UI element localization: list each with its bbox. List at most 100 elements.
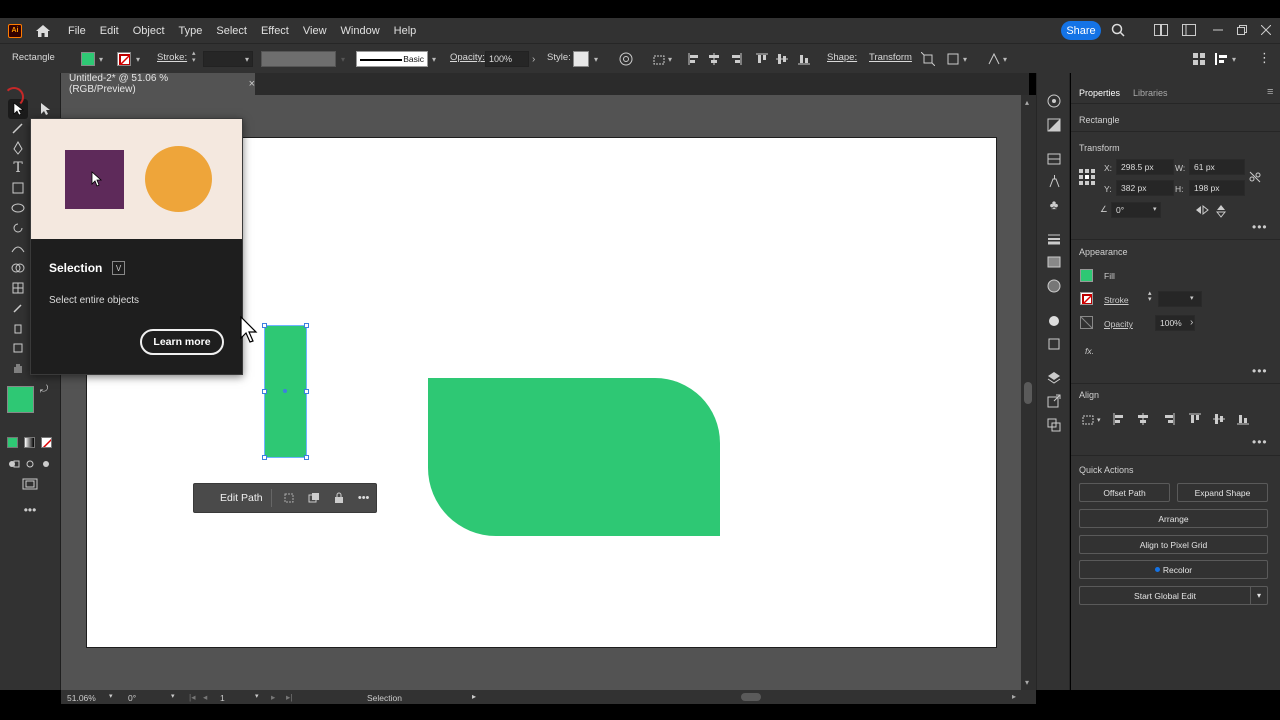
offset-path-button[interactable]: Offset Path [1079,483,1170,502]
panel-menu-icon[interactable]: ≡ [1267,86,1273,98]
document-tab[interactable]: Untitled-2* @ 51.06 % (RGB/Preview) × [61,73,255,95]
screen-mode-icon[interactable] [20,475,40,493]
selection-handle[interactable] [262,389,267,394]
selection-handle[interactable] [262,455,267,460]
menu-window[interactable]: Window [339,25,382,37]
opacity-label[interactable]: Opacity [1104,319,1133,329]
type-tool-icon[interactable]: T [8,159,28,177]
magic-wand-tool-icon[interactable] [8,119,28,137]
pen-tool-icon[interactable] [8,139,28,157]
tab-libraries[interactable]: Libraries [1133,88,1168,98]
edit-path-button[interactable]: Edit Path [220,492,263,504]
more-icon[interactable]: ••• [357,491,371,505]
brush-field[interactable]: Basic [356,51,428,67]
color-guide-icon[interactable] [1046,117,1062,133]
artboard-number[interactable]: 1 [220,693,225,703]
y-field[interactable]: 382 px [1116,180,1174,196]
chevron-down-icon[interactable]: ▾ [594,55,598,64]
stroke-weight-field[interactable] [1158,291,1202,307]
chevron-down-icon[interactable]: ▾ [255,692,259,700]
shape-builder-tool-icon[interactable] [8,259,28,277]
menu-edit[interactable]: Edit [98,25,121,37]
chevron-right-icon[interactable]: › [532,54,535,65]
swap-colors-icon[interactable]: ⤾ [37,383,51,395]
rectangle-tool-icon[interactable] [8,179,28,197]
rotation-view[interactable]: 0° [128,693,136,703]
paintbrush-tool-icon[interactable] [8,199,28,217]
layers-icon[interactable] [1046,370,1062,386]
next-artboard-icon[interactable]: ▸ [271,692,275,703]
chevron-down-icon[interactable]: ▾ [432,55,436,64]
chevron-down-icon[interactable]: ▾ [136,55,140,64]
start-global-edit-button[interactable]: Start Global Edit [1079,586,1251,605]
minimize-icon[interactable] [1210,22,1226,38]
reference-point-icon[interactable] [1079,169,1095,185]
w-field[interactable]: 61 px [1189,159,1245,175]
appearance-panel-icon[interactable] [1046,313,1062,329]
align-center-icon[interactable] [706,51,722,67]
learn-more-button[interactable]: Learn more [140,329,224,355]
scroll-right-icon[interactable]: ▸ [1012,692,1016,701]
chevron-right-icon[interactable]: › [1190,317,1193,328]
stepper-icon[interactable]: ▴ ▾ [1148,290,1152,303]
menu-select[interactable]: Select [214,25,249,37]
perspective-grid-tool-icon[interactable] [8,279,28,297]
export-icon[interactable] [1046,393,1062,409]
rounded-shape[interactable] [428,378,720,536]
stroke-label[interactable]: Stroke: [157,52,187,63]
graphic-styles-icon[interactable] [1046,336,1062,352]
draw-inside-icon[interactable] [36,455,56,473]
chevron-down-icon[interactable]: ▾ [963,55,967,64]
tab-properties[interactable]: Properties [1079,88,1120,98]
direct-selection-tool-icon[interactable] [35,100,55,118]
transform-tools-icon[interactable] [945,51,961,67]
flip-vertical-icon[interactable] [1215,204,1227,218]
stepper-icon[interactable]: ▴ ▾ [192,50,196,64]
align-left-icon[interactable] [1113,413,1127,427]
fx-icon[interactable]: fx. [1085,346,1094,356]
opacity-field[interactable]: 100% [1155,315,1195,331]
width-tool-icon[interactable] [8,239,28,257]
align-middle-icon[interactable] [774,51,790,67]
edit-toolbar-icon[interactable]: ••• [20,501,40,519]
panel-toggle-icon[interactable] [1214,51,1230,67]
last-artboard-icon[interactable]: ▸| [286,692,292,703]
arrange-documents-icon[interactable] [1153,22,1169,38]
close-tab-icon[interactable]: × [249,78,255,90]
menu-file[interactable]: File [66,25,88,37]
link-proportions-icon[interactable] [1248,170,1262,184]
variable-width-field[interactable] [261,51,336,67]
chevron-down-icon[interactable]: ▾ [1003,55,1007,64]
stroke-swatch[interactable] [117,52,131,66]
chevron-down-icon[interactable]: ▾ [1153,205,1157,213]
stroke-panel-icon[interactable] [1046,231,1062,247]
align-right-icon[interactable] [1163,413,1177,427]
status-menu-arrow-icon[interactable]: ▸ [472,692,476,701]
chevron-down-icon[interactable]: ▾ [1190,294,1194,302]
chevron-down-icon[interactable]: ▾ [171,692,175,700]
chevron-down-icon[interactable]: ▾ [109,692,113,700]
arrange-button[interactable]: Arrange [1079,509,1268,528]
stroke-swatch[interactable] [1080,292,1093,305]
transparency-icon[interactable] [1046,278,1062,294]
chevron-down-icon[interactable]: ▾ [1097,416,1101,424]
arrange-icon[interactable] [1191,51,1207,67]
menu-object[interactable]: Object [131,25,167,37]
align-middle-icon[interactable] [1213,413,1227,427]
fill-color-swatch[interactable] [7,386,34,413]
isolate-icon[interactable] [920,51,936,67]
x-field[interactable]: 298.5 px [1116,159,1174,175]
align-to-icon[interactable] [1082,413,1096,427]
chevron-down-icon[interactable]: ▾ [1232,55,1236,64]
duplicate-icon[interactable] [307,491,321,505]
color-mode-icon[interactable] [7,437,18,448]
fill-swatch[interactable] [1080,269,1093,282]
swatches-icon[interactable] [1046,151,1062,167]
rotate-tool-icon[interactable] [8,219,28,237]
align-left-icon[interactable] [686,51,702,67]
global-edit-options-chevron-icon[interactable]: ▾ [1250,586,1268,605]
eyedropper-tool-icon[interactable] [8,299,28,317]
align-right-icon[interactable] [728,51,744,67]
menu-help[interactable]: Help [392,25,419,37]
align-to-pixel-grid-button[interactable]: Align to Pixel Grid [1079,535,1268,554]
